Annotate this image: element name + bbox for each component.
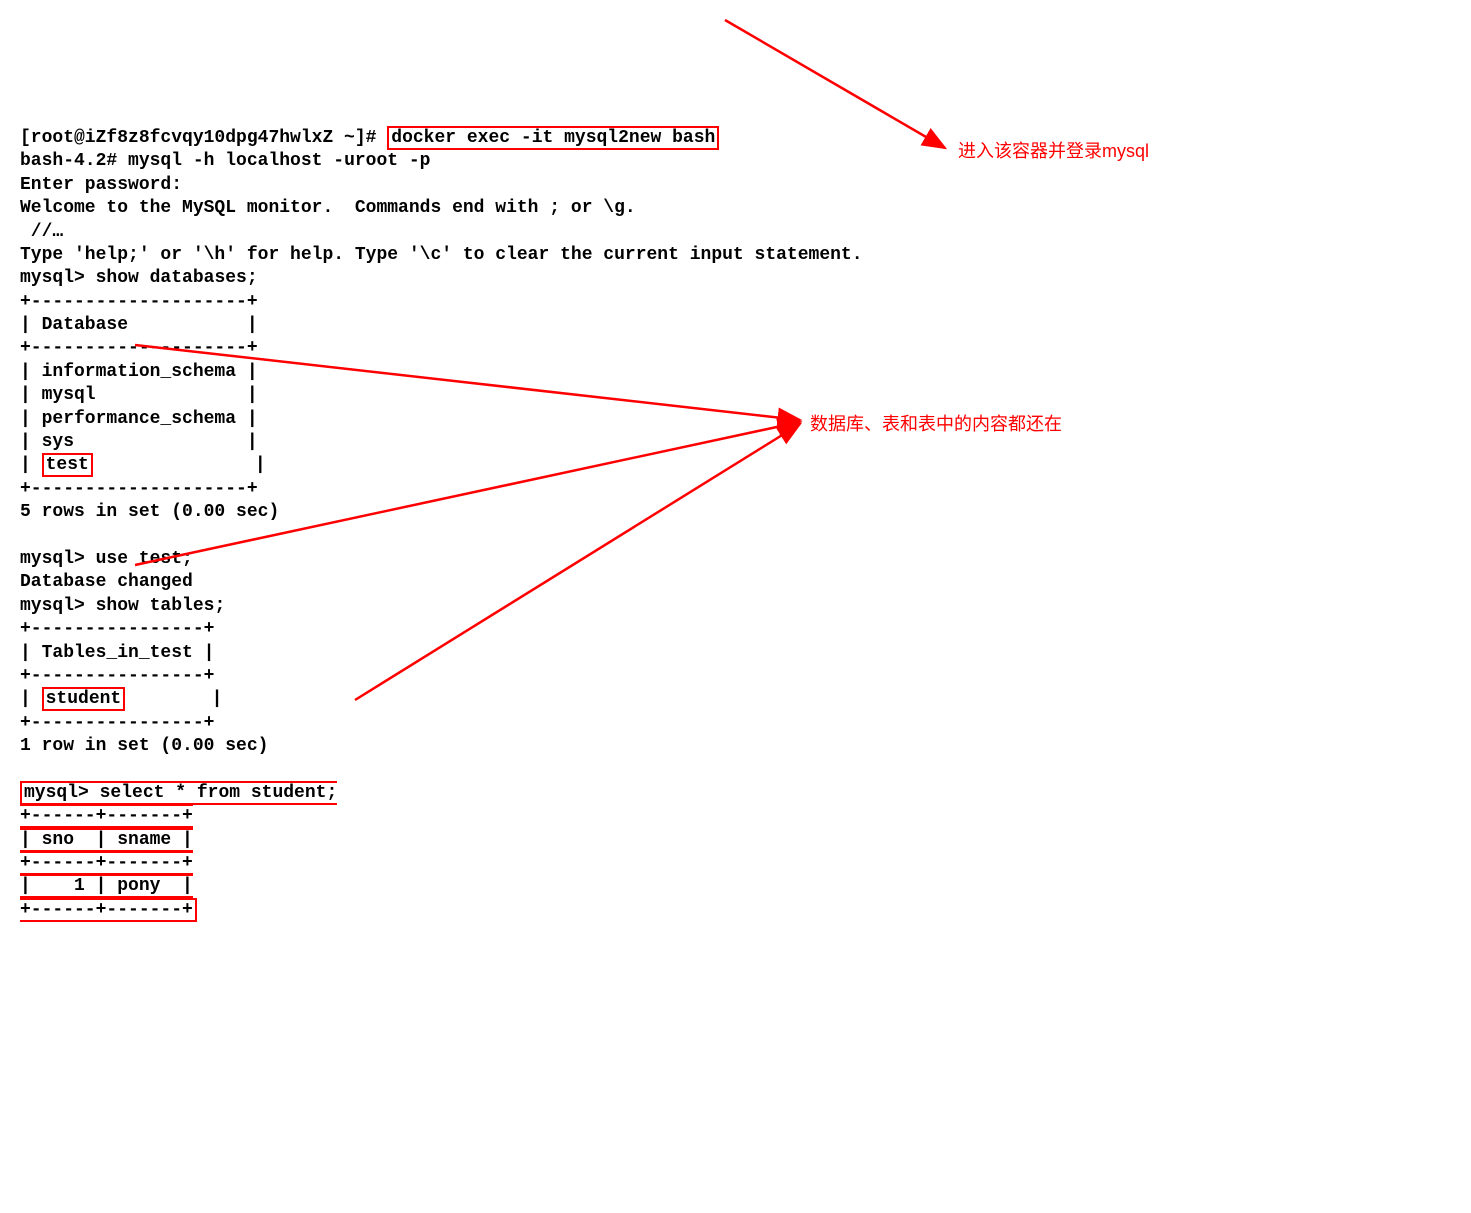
terminal-output: [root@iZf8z8fcvqy10dpg47hwlxZ ~]# docker…: [20, 127, 1451, 922]
db-row-test: test: [42, 453, 93, 477]
mysql-prompt: mysql>: [20, 596, 96, 616]
db-sep: +--------------------+: [20, 479, 258, 499]
db-row-performance-schema: | performance_schema |: [20, 409, 258, 429]
res-header: | sno | sname |: [20, 830, 193, 850]
mysql-prompt: mysql>: [20, 268, 96, 288]
tbl-sep: +----------------+: [20, 713, 214, 733]
bash-prompt: bash-4.2#: [20, 151, 128, 171]
res-sep: +------+-------+: [20, 900, 193, 920]
res-row: | 1 | pony |: [20, 876, 193, 896]
db-header: | Database |: [20, 315, 258, 335]
ellipsis: //…: [20, 222, 63, 242]
res-sep: +------+-------+: [20, 853, 193, 873]
tbl-rowcount: 1 row in set (0.00 sec): [20, 736, 268, 756]
welcome-line: Welcome to the MySQL monitor. Commands e…: [20, 198, 636, 218]
db-sep: +--------------------+: [20, 338, 258, 358]
select-result-block: mysql> select * from student; +------+--…: [20, 781, 337, 922]
docker-exec-command: docker exec -it mysql2new bash: [387, 126, 719, 150]
select-cmd: select * from student;: [100, 783, 338, 803]
tbl-sep: +----------------+: [20, 619, 214, 639]
res-sep: +------+-------+: [20, 806, 193, 826]
annotation-data-persisted: 数据库、表和表中的内容都还在: [810, 413, 1062, 436]
annotation-enter-container: 进入该容器并登录mysql: [958, 140, 1149, 163]
tbl-sep: +----------------+: [20, 666, 214, 686]
db-row-mysql: | mysql |: [20, 385, 258, 405]
db-sep: +--------------------+: [20, 292, 258, 312]
show-databases-cmd: show databases;: [96, 268, 258, 288]
db-row-information-schema: | information_schema |: [20, 362, 258, 382]
mysql-login-cmd: mysql -h localhost -uroot -p: [128, 151, 430, 171]
mysql-prompt: mysql>: [24, 783, 100, 803]
enter-password: Enter password:: [20, 175, 182, 195]
show-tables-cmd: show tables;: [96, 596, 226, 616]
use-test-cmd: use test;: [96, 549, 193, 569]
tbl-row-student: student: [42, 687, 126, 711]
tbl-header: | Tables_in_test |: [20, 643, 214, 663]
mysql-prompt: mysql>: [20, 549, 96, 569]
db-row-sys: | sys |: [20, 432, 258, 452]
help-line: Type 'help;' or '\h' for help. Type '\c'…: [20, 245, 863, 265]
db-rowcount: 5 rows in set (0.00 sec): [20, 502, 279, 522]
database-changed: Database changed: [20, 572, 193, 592]
shell-prompt: [root@iZf8z8fcvqy10dpg47hwlxZ ~]#: [20, 128, 387, 148]
